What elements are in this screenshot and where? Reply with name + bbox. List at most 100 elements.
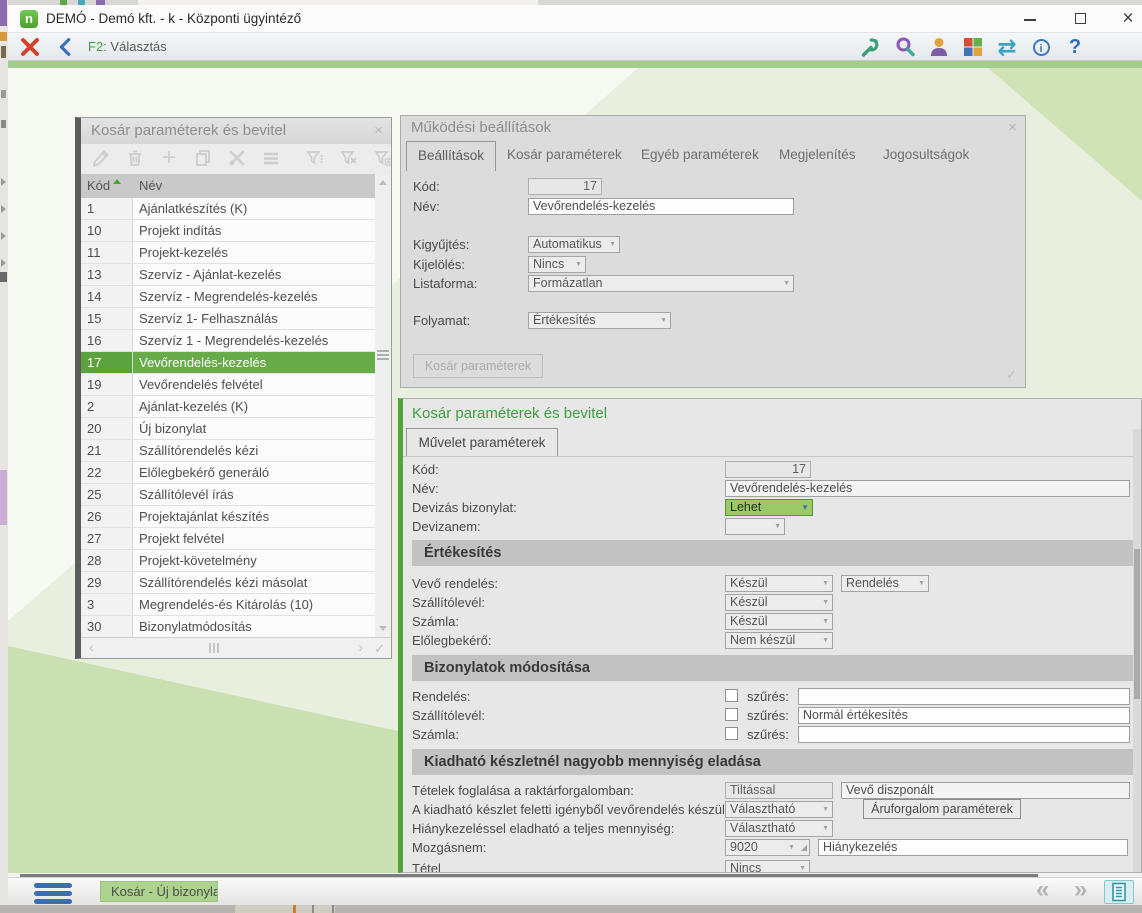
- table-row[interactable]: 17Vevőrendelés-kezelés: [81, 352, 375, 374]
- kiadhato-dropdown[interactable]: Választható▼: [725, 801, 833, 818]
- help-button[interactable]: ?: [1059, 35, 1091, 59]
- delete-button[interactable]: [123, 148, 147, 170]
- table-row[interactable]: 30Bizonylatmódosítás: [81, 616, 375, 638]
- table-row[interactable]: 16Szervíz 1 - Megrendelés-kezelés: [81, 330, 375, 352]
- szallitolevel-checkbox[interactable]: [725, 708, 738, 721]
- edit-button[interactable]: [89, 148, 113, 170]
- tab-megjelenites[interactable]: Megjelenítés: [779, 147, 856, 162]
- transfer-button[interactable]: ⇄: [991, 35, 1023, 59]
- status-tab-kosar[interactable]: Kosár - Új bizonylat: [100, 881, 218, 902]
- table-row[interactable]: 13Szervíz - Ajánlat-kezelés: [81, 264, 375, 286]
- menu-button[interactable]: [259, 148, 283, 170]
- next-page-button[interactable]: »: [1074, 876, 1087, 904]
- detail-vertical-scrollbar[interactable]: [1133, 429, 1141, 872]
- sort-ascending-icon: [113, 179, 121, 184]
- cancel-button[interactable]: [14, 35, 46, 59]
- table-row[interactable]: 3Megrendelés-és Kitárolás (10): [81, 594, 375, 616]
- szallitolevel-szures-field[interactable]: Normál értékesítés: [798, 707, 1130, 724]
- vertical-scrollbar[interactable]: [375, 174, 391, 637]
- menu-button[interactable]: [34, 883, 72, 907]
- kod-field[interactable]: 17: [725, 461, 811, 478]
- nev-field[interactable]: Vevőrendelés-kezelés: [725, 480, 1130, 497]
- close-panel-icon[interactable]: ×: [1008, 119, 1017, 136]
- table-row[interactable]: 20Új bizonylat: [81, 418, 375, 440]
- table-row[interactable]: 28Projekt-követelmény: [81, 550, 375, 572]
- tab-kosar-parameterek[interactable]: Kosár paraméterek: [507, 147, 622, 162]
- scroll-down-icon[interactable]: [379, 626, 387, 631]
- devizas-bizonylat-dropdown[interactable]: Lehet▼: [725, 499, 813, 516]
- listaforma-dropdown[interactable]: Formázatlan▼: [528, 275, 794, 292]
- folyamat-dropdown[interactable]: Értékesítés▼: [528, 312, 671, 329]
- info-button[interactable]: i: [1025, 35, 1057, 59]
- user-button[interactable]: [923, 35, 955, 59]
- table-row[interactable]: 26Projektajánlat készítés: [81, 506, 375, 528]
- devizas-bizonylat-label: Devizás bizonylat:: [412, 499, 517, 516]
- table-row[interactable]: 27Projekt felvétel: [81, 528, 375, 550]
- column-header-nev[interactable]: Név: [139, 174, 162, 198]
- tab-beallitasok[interactable]: Beállítások: [406, 141, 496, 171]
- filter-add-button[interactable]: [371, 148, 392, 170]
- rendeles-szures-field[interactable]: [798, 688, 1130, 705]
- previous-page-button[interactable]: «: [1036, 876, 1049, 904]
- szallitolevel-dropdown[interactable]: Készül▼: [725, 594, 833, 611]
- hianykezeles-dropdown[interactable]: Választható▼: [725, 820, 833, 837]
- scroll-up-icon[interactable]: [379, 180, 387, 185]
- rendeles-checkbox[interactable]: [725, 689, 738, 702]
- search-button[interactable]: [889, 35, 921, 59]
- kijeloles-dropdown[interactable]: Nincs▼: [528, 256, 586, 273]
- table-row[interactable]: 14Szervíz - Megrendelés-kezelés: [81, 286, 375, 308]
- maximize-button[interactable]: [1058, 5, 1102, 33]
- nev-field[interactable]: Vevőrendelés-kezelés: [528, 198, 794, 215]
- horizontal-scrollbar[interactable]: ‹ › ✓: [81, 637, 391, 658]
- kod-field[interactable]: 17: [528, 178, 602, 195]
- scroll-left-icon[interactable]: ‹: [89, 639, 94, 655]
- back-button[interactable]: [50, 35, 82, 59]
- szamla-szures-field[interactable]: [798, 726, 1130, 743]
- column-header-kod[interactable]: Kód: [87, 174, 110, 198]
- kigyujtes-dropdown[interactable]: Automatikus▼: [528, 236, 620, 253]
- szamla-checkbox[interactable]: [725, 727, 738, 740]
- table-row[interactable]: 22Előlegbekérő generáló: [81, 462, 375, 484]
- vevo-rendeles-dropdown[interactable]: Készül▼: [725, 575, 833, 592]
- kijeloles-label: Kijelölés:: [413, 256, 465, 273]
- table-header[interactable]: Kód Név: [81, 174, 375, 198]
- tab-muvelet-parameterek[interactable]: Művelet paraméterek: [406, 428, 558, 456]
- close-panel-icon[interactable]: ×: [374, 122, 383, 139]
- kosar-parameterek-button[interactable]: Kosár paraméterek: [413, 354, 543, 378]
- foglalas-mode-field[interactable]: Vevő diszponált: [841, 782, 1130, 799]
- document-view-button[interactable]: [1104, 880, 1134, 904]
- table-row[interactable]: 10Projekt indítás: [81, 220, 375, 242]
- table-row[interactable]: 1Ajánlatkészítés (K): [81, 198, 375, 220]
- partial-row-dropdown[interactable]: Nincs▼: [725, 860, 810, 873]
- row-drag-handle[interactable]: [377, 350, 389, 362]
- table-row[interactable]: 29Szállítórendelés kézi másolat: [81, 572, 375, 594]
- minimize-button[interactable]: [1008, 5, 1052, 33]
- foglalas-field[interactable]: Tiltással: [725, 782, 833, 799]
- table-row[interactable]: 19Vevőrendelés felvétel: [81, 374, 375, 396]
- tab-jogosultsagok[interactable]: Jogosultságok: [883, 147, 969, 162]
- add-button[interactable]: +: [157, 148, 181, 170]
- szamla-dropdown[interactable]: Készül▼: [725, 613, 833, 630]
- close-window-button[interactable]: ×: [1106, 5, 1142, 33]
- f2-select-label[interactable]: F2: Választás: [88, 39, 167, 54]
- modules-button[interactable]: [957, 35, 989, 59]
- table-row[interactable]: 15Szervíz 1- Felhasználás: [81, 308, 375, 330]
- hscroll-grip[interactable]: [209, 643, 219, 653]
- tools-button[interactable]: [225, 148, 249, 170]
- elolegbekero-dropdown[interactable]: Nem készül▼: [725, 632, 833, 649]
- table-row[interactable]: 11Projekt-kezelés: [81, 242, 375, 264]
- tab-egyeb-parameterek[interactable]: Egyéb paraméterek: [641, 147, 759, 162]
- devizanem-dropdown[interactable]: ▼: [725, 518, 785, 535]
- mozgasnem-combo[interactable]: 9020 ▼ ◢: [725, 839, 810, 856]
- table-row[interactable]: 25Szállítólevél írás: [81, 484, 375, 506]
- settings-button[interactable]: [855, 35, 887, 59]
- mozgasnem-name-field[interactable]: Hiánykezelés: [818, 839, 1128, 856]
- aruforgalom-parameterek-button[interactable]: Áruforgalom paraméterek: [863, 799, 1021, 819]
- table-row[interactable]: 21Szállítórendelés kézi: [81, 440, 375, 462]
- table-row[interactable]: 2Ajánlat-kezelés (K): [81, 396, 375, 418]
- filter-clear-button[interactable]: [337, 148, 361, 170]
- vevo-rendeles-type-dropdown[interactable]: Rendelés▼: [841, 575, 929, 592]
- copy-button[interactable]: [191, 148, 215, 170]
- scroll-right-icon[interactable]: ›: [358, 639, 363, 655]
- filter-button[interactable]: [303, 148, 327, 170]
